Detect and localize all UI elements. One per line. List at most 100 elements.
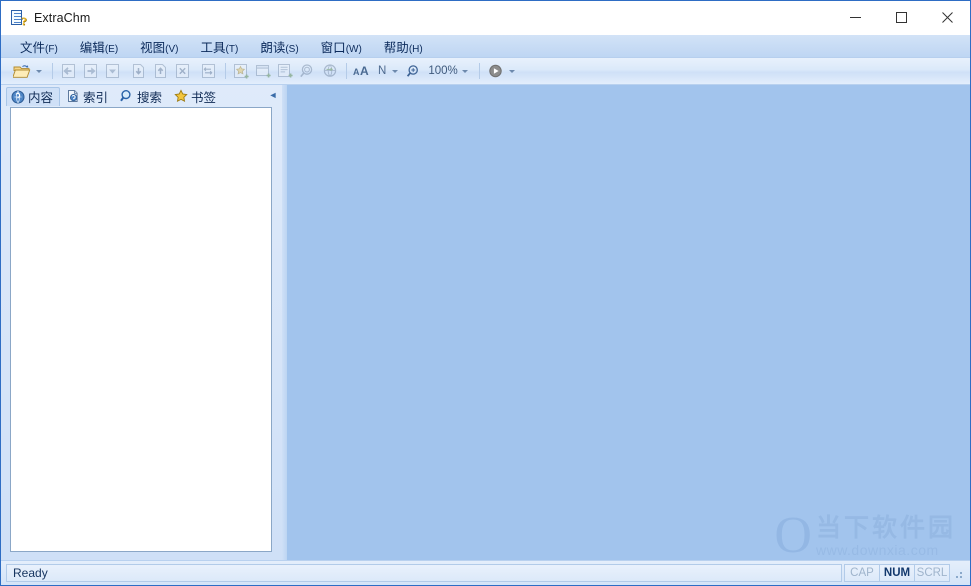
toolbar-separator bbox=[346, 63, 347, 79]
open-file-dropdown[interactable] bbox=[33, 61, 44, 81]
tab-bookmarks[interactable]: 书签 bbox=[170, 87, 222, 106]
stop-button[interactable] bbox=[172, 60, 193, 82]
tab-label: 内容 bbox=[28, 91, 54, 105]
title-bar: ? ExtraChm bbox=[1, 1, 970, 35]
zoom-magnifier-icon bbox=[406, 64, 418, 77]
add-favorite-button[interactable] bbox=[231, 60, 252, 82]
tab-index[interactable]: 索引 bbox=[62, 87, 114, 106]
new-window-button[interactable] bbox=[253, 60, 274, 82]
index-key-icon bbox=[66, 89, 80, 103]
font-style-label[interactable]: N bbox=[375, 65, 389, 77]
zoom-button[interactable] bbox=[403, 60, 424, 82]
collapse-left-arrow-icon[interactable]: ◄ bbox=[268, 89, 278, 101]
forward-arrow-icon bbox=[84, 64, 97, 78]
menu-mnemonic: (T) bbox=[225, 43, 239, 55]
next-page-button[interactable] bbox=[150, 60, 171, 82]
menu-item-file[interactable]: 文件(F) bbox=[13, 35, 65, 58]
maximize-icon bbox=[895, 11, 907, 23]
toolbar: A A N 100% bbox=[1, 58, 970, 85]
menu-item-help[interactable]: 帮助(H) bbox=[377, 35, 430, 58]
resize-grip-icon[interactable] bbox=[952, 564, 966, 582]
translate-globe-icon bbox=[323, 64, 336, 77]
stop-page-icon bbox=[176, 64, 189, 78]
menu-item-edit[interactable]: 编辑(E) bbox=[73, 35, 125, 58]
font-size-icon: A A bbox=[353, 64, 369, 78]
menu-mnemonic: (V) bbox=[165, 43, 179, 55]
watermark-logo: O bbox=[774, 507, 812, 561]
navigation-pane: 内容 索引 搜索 书签 ◄ bbox=[1, 85, 282, 560]
find-magnifier-icon bbox=[299, 64, 312, 78]
minimize-icon bbox=[849, 16, 861, 18]
find-button[interactable] bbox=[297, 60, 318, 82]
status-badge-num: NUM bbox=[879, 564, 915, 582]
zoom-level-label[interactable]: 100% bbox=[425, 65, 459, 77]
refresh-button[interactable] bbox=[198, 60, 219, 82]
contents-book-icon bbox=[11, 90, 25, 104]
menu-label: 文件 bbox=[20, 40, 46, 55]
menu-label: 编辑 bbox=[79, 40, 105, 55]
read-aloud-button[interactable] bbox=[485, 60, 506, 82]
zoom-dropdown[interactable] bbox=[460, 61, 471, 81]
menu-label: 工具 bbox=[200, 40, 226, 55]
svg-text:A: A bbox=[353, 67, 360, 77]
search-magnifier-icon bbox=[120, 89, 134, 103]
open-folder-icon bbox=[12, 64, 30, 78]
menu-bar: 文件(F) 编辑(E) 视图(V) 工具(T) 朗读(S) 窗口(W) 帮助(H… bbox=[1, 35, 970, 58]
home-button[interactable] bbox=[102, 60, 123, 82]
watermark-brand: 当下软件园 bbox=[815, 513, 956, 542]
minimize-button[interactable] bbox=[832, 1, 878, 33]
read-aloud-dropdown[interactable] bbox=[507, 61, 518, 81]
maximize-button[interactable] bbox=[878, 1, 924, 33]
page-up-icon bbox=[155, 64, 166, 78]
menu-item-window[interactable]: 窗口(W) bbox=[314, 35, 369, 58]
navigation-tabstrip: 内容 索引 搜索 书签 ◄ bbox=[1, 85, 282, 107]
add-favorite-page-icon bbox=[233, 64, 249, 79]
toolbar-separator bbox=[52, 63, 53, 79]
toolbar-separator bbox=[225, 63, 226, 79]
status-badge-scroll: SCRL bbox=[914, 564, 950, 582]
menu-item-read-aloud[interactable]: 朗读(S) bbox=[253, 35, 305, 58]
menu-mnemonic: (F) bbox=[45, 43, 58, 55]
document-content-pane[interactable]: O 当下软件园 www.downxia.com bbox=[287, 85, 970, 560]
contents-tree-view[interactable] bbox=[10, 107, 272, 552]
menu-label: 视图 bbox=[140, 40, 166, 55]
close-icon bbox=[941, 11, 953, 23]
chevron-down-icon bbox=[462, 69, 469, 73]
status-bar: Ready CAP NUM SCRL bbox=[1, 560, 970, 585]
tab-label: 搜索 bbox=[137, 90, 163, 105]
new-window-icon bbox=[255, 65, 271, 78]
refresh-page-icon bbox=[202, 64, 215, 78]
previous-page-button[interactable] bbox=[128, 60, 149, 82]
menu-item-tools[interactable]: 工具(T) bbox=[194, 35, 246, 58]
window-controls bbox=[832, 1, 970, 33]
close-button[interactable] bbox=[924, 1, 970, 33]
menu-item-view[interactable]: 视图(V) bbox=[133, 35, 185, 58]
menu-label: 朗读 bbox=[260, 40, 286, 55]
page-down-icon bbox=[133, 64, 144, 78]
menu-mnemonic: (W) bbox=[345, 43, 362, 55]
down-chevron-page-icon bbox=[106, 64, 119, 78]
toolbar-separator bbox=[478, 63, 480, 79]
watermark-url: www.downxia.com bbox=[815, 542, 939, 558]
tab-label: 书签 bbox=[191, 90, 217, 105]
chevron-down-icon bbox=[35, 69, 42, 73]
add-note-button[interactable] bbox=[275, 60, 296, 82]
status-badge-caps: CAP bbox=[844, 564, 880, 582]
forward-button[interactable] bbox=[80, 60, 101, 82]
tab-search[interactable]: 搜索 bbox=[116, 87, 168, 106]
chevron-down-icon bbox=[391, 69, 398, 73]
tab-contents[interactable]: 内容 bbox=[6, 86, 61, 106]
status-message: Ready bbox=[6, 564, 842, 582]
menu-mnemonic: (E) bbox=[104, 43, 119, 55]
chm-help-document-icon: ? bbox=[10, 10, 27, 27]
back-arrow-icon bbox=[62, 64, 75, 78]
menu-mnemonic: (S) bbox=[285, 43, 299, 55]
open-file-button[interactable] bbox=[11, 60, 32, 82]
site-watermark: O 当下软件园 www.downxia.com bbox=[774, 507, 956, 561]
chevron-down-icon bbox=[509, 69, 516, 73]
font-size-button[interactable]: A A bbox=[352, 60, 374, 82]
menu-mnemonic: (H) bbox=[408, 43, 423, 55]
translate-button[interactable] bbox=[319, 60, 340, 82]
back-button[interactable] bbox=[58, 60, 79, 82]
font-style-dropdown[interactable] bbox=[389, 61, 400, 81]
